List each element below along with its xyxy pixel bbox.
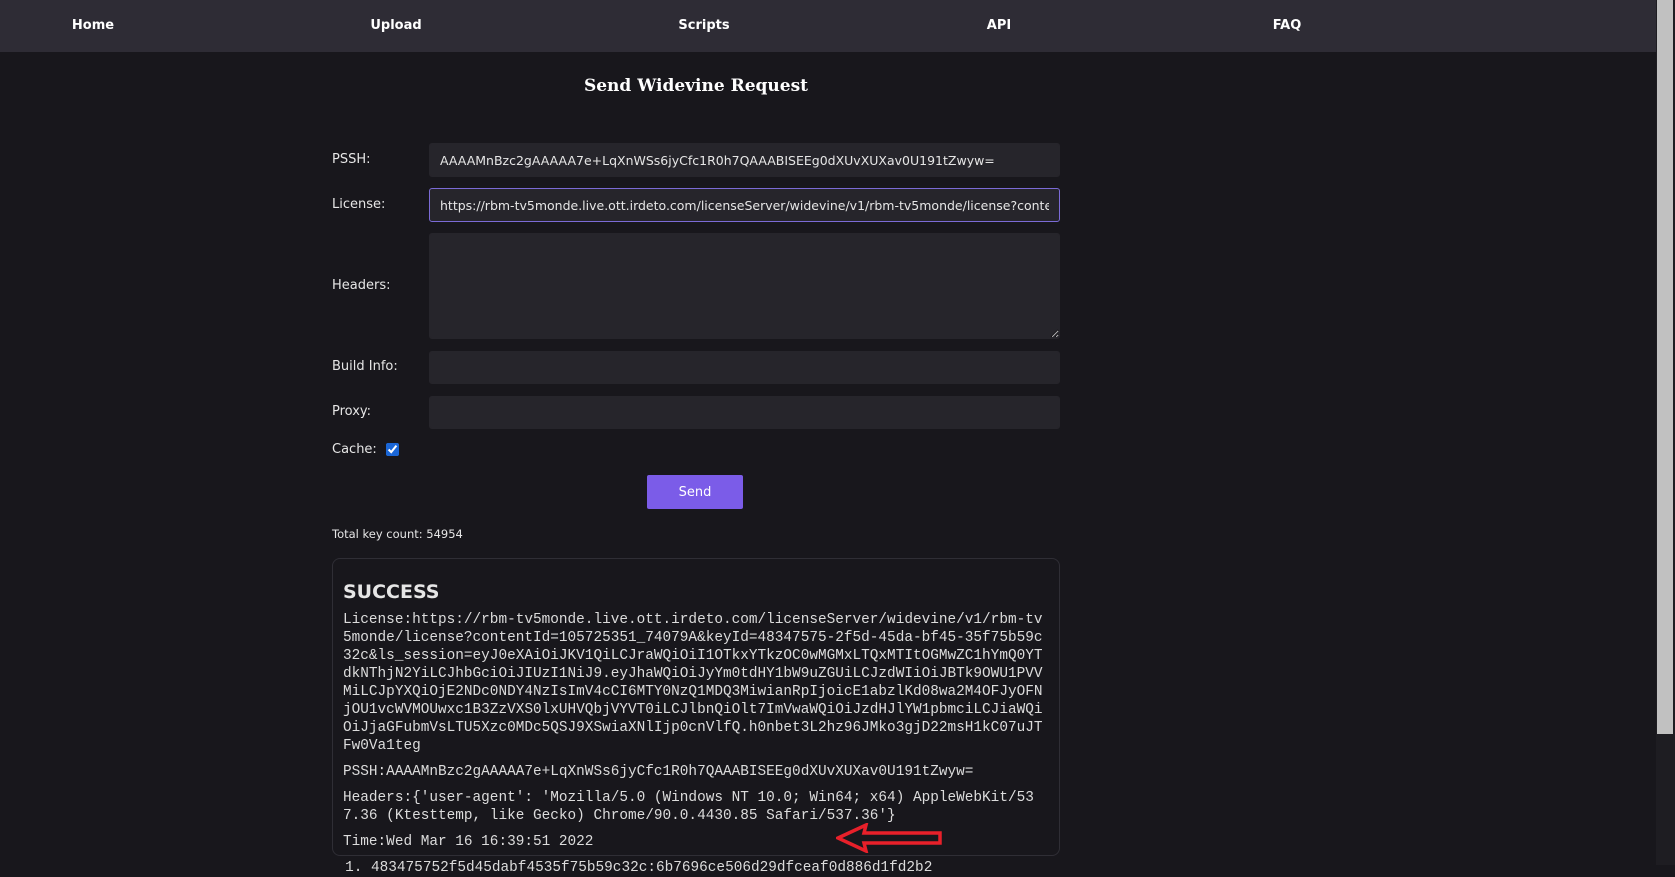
total-key-count: Total key count: 54954 xyxy=(332,527,463,541)
page-title: Send Widevine Request xyxy=(583,76,809,96)
build-info-label: Build Info: xyxy=(332,359,398,374)
nav-home[interactable]: Home xyxy=(72,0,114,52)
proxy-label: Proxy: xyxy=(332,404,372,419)
result-status: SUCCESS xyxy=(343,581,440,603)
license-input[interactable] xyxy=(429,188,1060,222)
top-nav: Home Upload Scripts API FAQ xyxy=(0,0,1656,52)
result-license: License:https://rbm-tv5monde.live.ott.ir… xyxy=(343,612,1043,754)
nav-scripts[interactable]: Scripts xyxy=(678,0,729,52)
license-label: License: xyxy=(332,197,386,212)
headers-textarea[interactable] xyxy=(429,233,1060,339)
pssh-label: PSSH: xyxy=(332,152,371,167)
result-panel: SUCCESS License:https://rbm-tv5monde.liv… xyxy=(332,558,1060,876)
proxy-input[interactable] xyxy=(429,396,1060,429)
result-headers: Headers:{'user-agent': 'Mozilla/5.0 (Win… xyxy=(343,790,1034,824)
build-info-input[interactable] xyxy=(429,351,1060,384)
pssh-input[interactable] xyxy=(429,143,1060,177)
key-list: 483475752f5d45dabf4535f75b59c32c:6b7696c… xyxy=(343,859,1049,877)
nav-api[interactable]: API xyxy=(987,0,1011,52)
cache-checkbox[interactable] xyxy=(386,443,399,456)
cache-label: Cache: xyxy=(332,442,377,457)
nav-upload[interactable]: Upload xyxy=(370,0,421,52)
nav-faq[interactable]: FAQ xyxy=(1273,0,1302,52)
send-button[interactable]: Send xyxy=(647,475,743,509)
page-scrollbar[interactable] xyxy=(1656,0,1675,865)
scrollbar-thumb[interactable] xyxy=(1657,0,1673,734)
key-item: 483475752f5d45dabf4535f75b59c32c:6b7696c… xyxy=(371,859,1049,877)
result-pssh: PSSH:AAAAMnBzc2gAAAAA7e+LqXnWSs6jyCfc1R0… xyxy=(343,764,974,780)
red-arrow-annotation-icon xyxy=(836,823,942,853)
headers-label: Headers: xyxy=(332,278,391,293)
